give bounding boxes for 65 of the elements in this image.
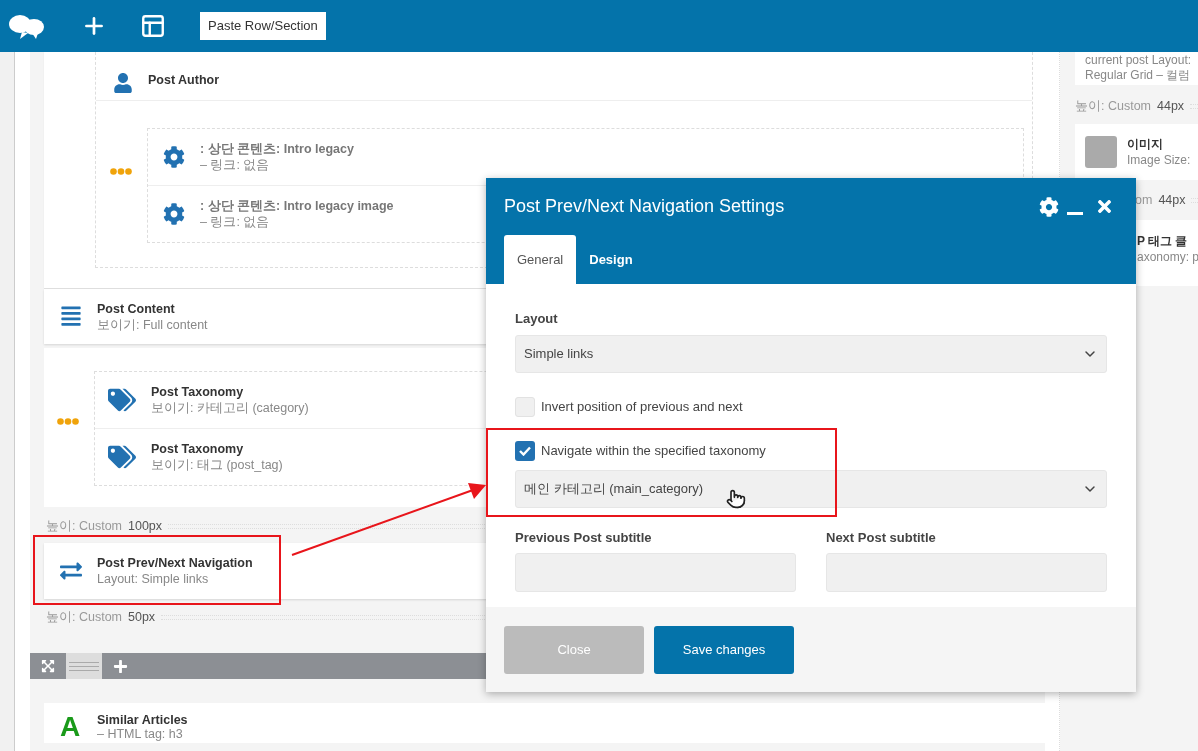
module-title: 이미지 (1127, 136, 1164, 152)
height-label: 높이: Custom (46, 608, 122, 626)
module-title: Similar Articles (97, 713, 188, 727)
input-field[interactable] (826, 553, 1107, 592)
field-label: Layout (515, 310, 559, 328)
height-value: 50px (128, 608, 156, 626)
module-title: Post Prev/Next Navigation (97, 555, 253, 571)
tab[interactable]: Design (576, 235, 646, 284)
height-value: 100px (128, 517, 163, 535)
checkbox[interactable] (515, 396, 535, 417)
height-value: 44px (1158, 191, 1186, 209)
module-subtitle: axonomy: p (1137, 249, 1198, 265)
more-dots-icon[interactable] (57, 418, 79, 425)
height-value: 44px (1157, 97, 1185, 115)
lines-icon (60, 305, 82, 327)
module-subtitle: – 링크: 없음 (200, 214, 271, 230)
input-field[interactable] (515, 553, 796, 592)
module-subtitle: 보이기: 태그 (post_tag) (151, 457, 283, 473)
plus-icon (112, 658, 128, 674)
module-subtitle: 보이기: Full content (97, 317, 208, 333)
module-subtitle: – 링크: 없음 (200, 157, 271, 173)
swap-arrows-icon (60, 560, 82, 582)
checkbox[interactable] (515, 440, 535, 461)
speech-bubbles-logo-icon[interactable] (8, 12, 45, 40)
module-subtitle: Layout: Simple links (97, 571, 210, 587)
image-thumbnail (1085, 136, 1117, 168)
module-title: Post Content (97, 301, 176, 317)
gear-icon (163, 203, 185, 225)
module-title: : 상단 콘텐츠: Intro legacy (200, 141, 354, 157)
height-label: 높이: Custom (46, 517, 122, 535)
module-title: P 태그 클 (1137, 233, 1189, 249)
close-icon[interactable] (1095, 197, 1114, 216)
gear-icon (163, 146, 185, 168)
module-title: Post Taxonomy (151, 441, 245, 457)
hand-cursor-icon (726, 489, 746, 509)
module-title: : 상단 콘텐츠: Intro legacy image (200, 198, 394, 214)
module-subtitle: Image Size: (1127, 152, 1191, 168)
save-button[interactable]: Save changes (654, 625, 794, 674)
settings-icon[interactable] (1039, 196, 1059, 217)
height-label: 높이: Custom (1075, 97, 1151, 115)
module-title: Post Taxonomy (151, 384, 245, 400)
expand-arrows-icon (41, 659, 55, 673)
module-subtitle: current post Layout: (1085, 53, 1193, 68)
person-icon (113, 73, 133, 93)
module-subtitle: – HTML tag: h3 (97, 727, 184, 741)
height-label: om (1135, 191, 1153, 209)
checkmark-icon (519, 445, 531, 456)
tag-icon (108, 443, 136, 471)
dialog-title: Post Prev/Next Navigation Settings (504, 195, 786, 218)
field-label: Previous Post subtitle (515, 528, 653, 547)
layout-select[interactable]: Simple links (515, 334, 1107, 373)
field-label: Next Post subtitle (826, 528, 937, 547)
more-dots-icon[interactable] (110, 168, 132, 175)
tab[interactable]: General (504, 235, 577, 284)
drag-handle-button[interactable] (66, 653, 102, 679)
tag-icon (108, 386, 136, 414)
paste-row-button[interactable]: Paste Row/Section (200, 12, 326, 40)
module-subtitle: 보이기: 카테고리 (category) (151, 400, 309, 416)
module-subtitle: Regular Grid – 컬럼 (1085, 68, 1192, 83)
checkbox-label: Navigate within the specified taxonomy (541, 441, 766, 460)
checkbox-label: Invert position of previous and next (541, 397, 743, 416)
taxonomy-select[interactable]: 메인 카테고리 (main_category) (515, 469, 1107, 508)
heading-letter-icon: A (60, 713, 82, 741)
module-title: Post Author (148, 72, 220, 88)
layout-icon[interactable] (140, 13, 166, 39)
